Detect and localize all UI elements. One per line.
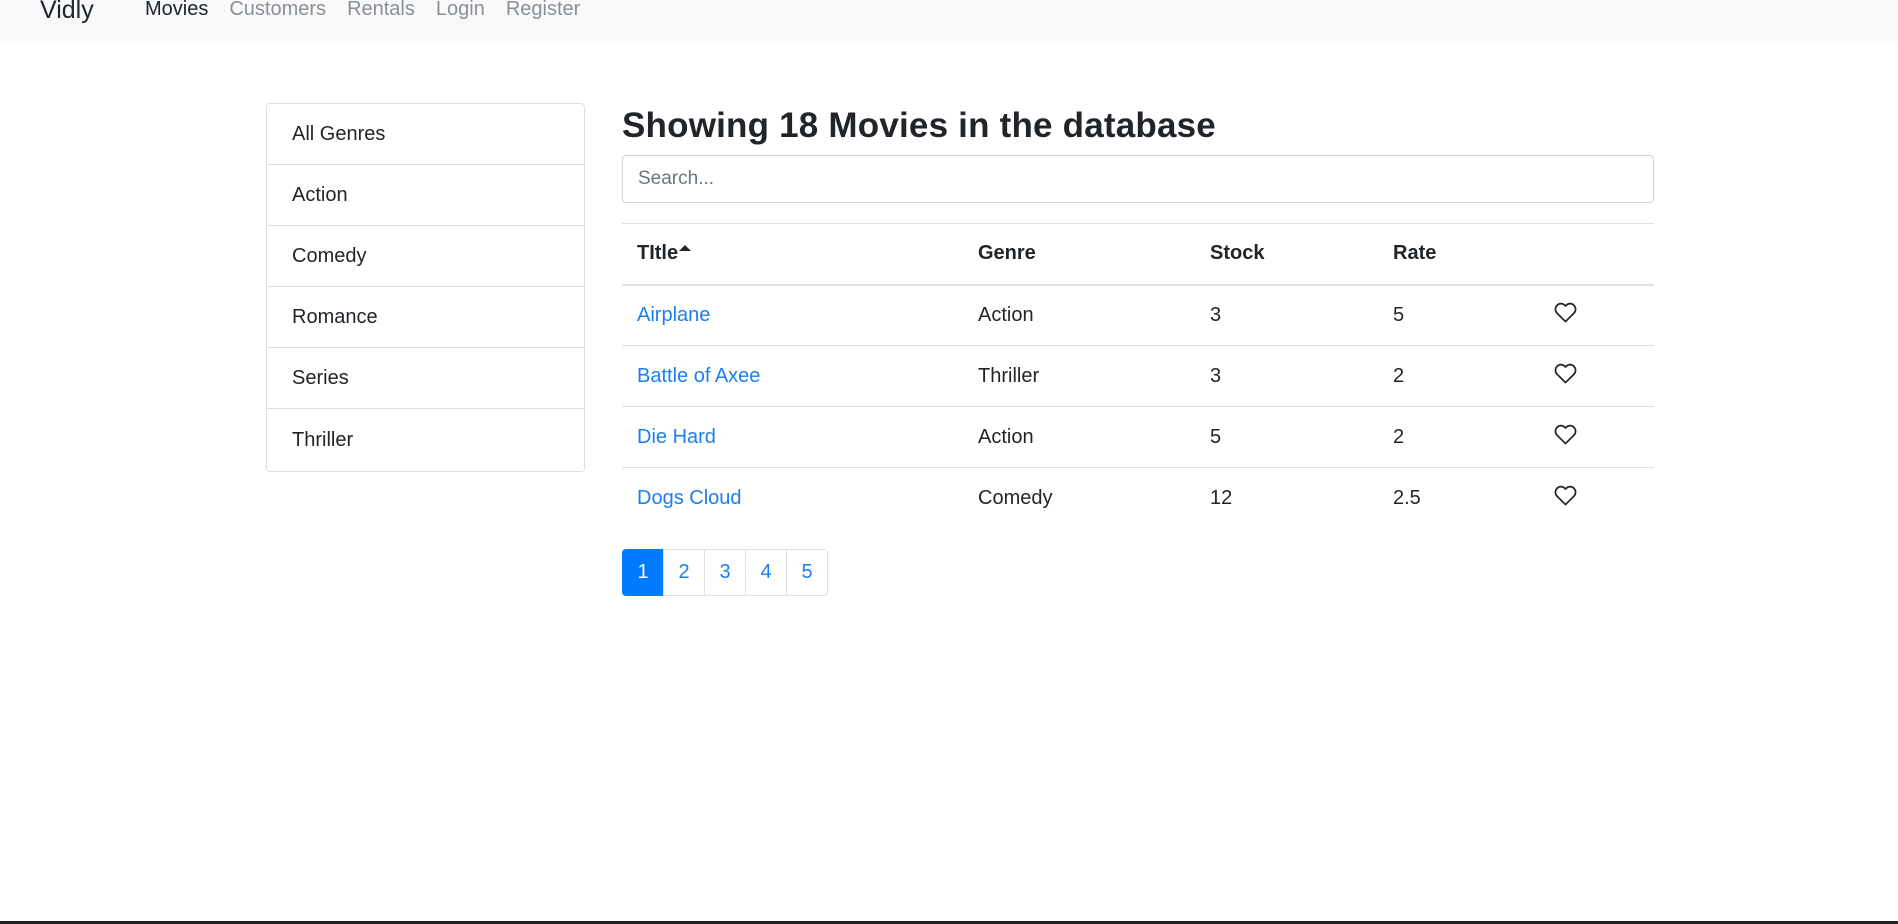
heart-outline-icon[interactable] [1554, 302, 1577, 323]
movie-genre: Action [963, 284, 1195, 346]
movie-rate: 5 [1378, 284, 1539, 346]
movie-rate: 2 [1378, 406, 1539, 468]
genre-item-action[interactable]: Action [267, 165, 584, 226]
column-header-genre[interactable]: Genre [963, 223, 1195, 286]
search-input[interactable] [622, 155, 1654, 203]
page-button-3[interactable]: 3 [704, 548, 746, 596]
navbar: Vidly Movies Customers Rentals Login Reg… [0, 0, 1898, 43]
nav-links: Movies Customers Rentals Login Register [145, 0, 601, 21]
genre-item-romance[interactable]: Romance [267, 287, 584, 348]
movie-stock: 3 [1195, 345, 1378, 407]
table-row: Dogs Cloud Comedy 12 2.5 [622, 468, 1654, 529]
page-button-4[interactable]: 4 [745, 548, 787, 596]
nav-link-customers[interactable]: Customers [229, 0, 326, 21]
movie-stock: 5 [1195, 406, 1378, 468]
table-row: Die Hard Action 5 2 [622, 406, 1654, 468]
movie-title-link[interactable]: Battle of Axee [637, 365, 760, 387]
genre-item-comedy[interactable]: Comedy [267, 226, 584, 287]
movie-title-link[interactable]: Airplane [637, 304, 710, 326]
pagination: 1 2 3 4 5 [622, 548, 1654, 596]
movie-genre: Comedy [978, 486, 1053, 509]
column-header-rate[interactable]: Rate [1378, 223, 1539, 286]
main-content: Showing 18 Movies in the database TItle … [622, 100, 1654, 596]
page-button-5[interactable]: 5 [786, 548, 828, 596]
page-button-1[interactable]: 1 [622, 548, 664, 596]
genre-list: All Genres Action Comedy Romance Series … [266, 103, 585, 472]
movie-stock: 12 [1210, 486, 1233, 509]
genre-item-all-genres[interactable]: All Genres [267, 104, 584, 165]
movie-stock: 3 [1195, 284, 1378, 346]
movies-table: TItle Genre Stock Rate Airplane Action 3… [622, 223, 1654, 529]
movie-title-link[interactable]: Dogs Cloud [637, 487, 742, 509]
heart-outline-icon[interactable] [1554, 485, 1577, 506]
nav-link-register[interactable]: Register [506, 0, 580, 21]
genre-item-thriller[interactable]: Thriller [267, 409, 584, 471]
column-header-like [1539, 223, 1654, 286]
page-title: Showing 18 Movies in the database [622, 106, 1216, 145]
genre-item-series[interactable]: Series [267, 348, 584, 409]
movie-title-link[interactable]: Die Hard [637, 426, 716, 448]
column-header-stock[interactable]: Stock [1195, 223, 1378, 286]
movie-rate: 2.5 [1393, 486, 1421, 509]
table-row: Battle of Axee Thriller 3 2 [622, 345, 1654, 407]
nav-link-movies[interactable]: Movies [145, 0, 208, 21]
nav-link-rentals[interactable]: Rentals [347, 0, 415, 21]
movie-genre: Thriller [963, 345, 1195, 407]
table-header-row: TItle Genre Stock Rate [622, 223, 1654, 286]
movie-genre: Action [963, 406, 1195, 468]
heart-outline-icon[interactable] [1554, 424, 1577, 445]
heart-outline-icon[interactable] [1554, 363, 1577, 384]
table-row: Airplane Action 3 5 [622, 284, 1654, 346]
nav-link-login[interactable]: Login [436, 0, 485, 21]
brand-logo[interactable]: Vidly [40, 0, 94, 25]
movie-rate: 2 [1378, 345, 1539, 407]
column-header-title[interactable]: TItle [622, 223, 963, 286]
page-button-2[interactable]: 2 [663, 548, 705, 596]
sort-asc-icon [679, 245, 692, 252]
column-header-title-label: TItle [637, 242, 679, 265]
